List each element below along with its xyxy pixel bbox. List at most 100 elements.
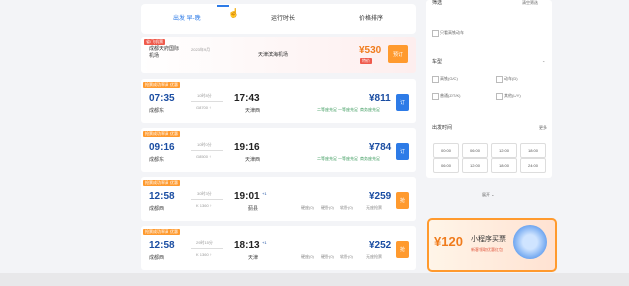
filter-title: 筛选	[432, 0, 443, 6]
departure-time: 09:16	[149, 142, 175, 153]
promo-from: 成都天府国际机场	[149, 46, 180, 59]
next-day-marker: +1	[262, 191, 267, 196]
promo-price: ¥530	[359, 45, 382, 56]
time-slot[interactable]: 12:00	[462, 158, 488, 173]
departure-station: 成都西	[149, 206, 165, 212]
train-tag: 抢票成功率高	[143, 82, 171, 88]
ad-subtitle: 新客领取优惠红包	[471, 247, 503, 252]
seat-info: 二等座充足	[317, 107, 337, 112]
book-button[interactable]: 订	[396, 143, 409, 160]
route-line	[191, 150, 223, 151]
flight-promo-card[interactable]: 省/飞机票 成都天府国际机场 2023年9月 天津滨海机场 ¥530 特价 预订	[141, 37, 416, 73]
ad-title: 小程序买票	[471, 236, 506, 243]
train-type-option: 高铁(G/C)	[440, 76, 458, 81]
departure-time: 12:58	[149, 191, 175, 202]
seat-info: 二等座充足	[317, 156, 337, 161]
duration: 29时15分	[196, 240, 213, 245]
departure-time-label: 出发时间	[432, 125, 453, 131]
ad-amount: ¥120	[434, 234, 463, 249]
grab-ticket-button[interactable]: 抢	[396, 192, 409, 209]
seat-info: 一等座充足	[338, 107, 358, 112]
sort-tabs: 出发 早-晚 运行时长 价格排序	[141, 4, 416, 34]
seat-info: 商务座充足	[360, 156, 380, 161]
train-type-option: 其他(L/Y)	[504, 93, 521, 98]
duration: 10时0分	[197, 142, 212, 147]
checkbox[interactable]	[496, 93, 503, 100]
qr-code-icon	[513, 225, 547, 259]
tab-price[interactable]: 价格排序	[359, 13, 383, 22]
train-number: G8700 ↑	[196, 105, 212, 110]
station-option-label: 只看高铁动车	[440, 30, 464, 35]
promo-tag: 省/飞机票	[144, 39, 166, 45]
train-tag: 抢票成功率高	[143, 229, 171, 235]
arrival-station: 天津西	[245, 157, 261, 163]
departure-station: 成都东	[149, 108, 165, 114]
next-day-marker: +1	[262, 240, 267, 245]
arrival-time: 18:13	[234, 240, 260, 251]
train-tag: 优惠	[168, 229, 180, 235]
promo-badge: 特价	[360, 58, 372, 64]
promo-date: 2023年9月	[191, 47, 211, 52]
tab-departure[interactable]: 出发 早-晚	[173, 13, 201, 22]
seat-info: 硬卧(0)	[321, 205, 334, 210]
time-slot[interactable]: 06:00	[433, 158, 459, 173]
train-type-label: 车型	[432, 59, 443, 65]
departure-time: 12:58	[149, 240, 175, 251]
tab-duration[interactable]: 运行时长	[271, 13, 295, 22]
seat-info: 无座抢票	[366, 254, 382, 259]
promo-book-button[interactable]: 预订	[388, 45, 408, 63]
departure-time: 07:35	[149, 93, 175, 104]
checkbox[interactable]	[432, 93, 439, 100]
seat-info: 硬座(0)	[301, 254, 314, 259]
arrival-time: 19:16	[234, 142, 260, 153]
train-tag: 优惠	[168, 180, 180, 186]
checkbox[interactable]	[432, 30, 439, 37]
ticket-price: ¥259	[369, 191, 392, 202]
arrival-station: 天津	[248, 255, 259, 261]
book-button[interactable]: 订	[396, 94, 409, 111]
mini-program-ad[interactable]: ¥120 小程序买票 新客领取优惠红包	[427, 218, 557, 272]
train-tag: 抢票成功率高	[143, 131, 171, 137]
checkbox[interactable]	[432, 76, 439, 83]
train-row[interactable]: 抢票成功率高 优惠 12:58 成都西 30时3分 K 1360 ↑ 19:01…	[141, 177, 416, 221]
train-tag: 优惠	[168, 82, 180, 88]
ticket-price: ¥252	[369, 240, 392, 251]
mouse-cursor-icon: ☝	[228, 8, 240, 18]
train-row[interactable]: 抢票成功率高 优惠 07:35 成都东 10时8分 G8700 ↑ 17:43 …	[141, 79, 416, 123]
train-type-option: 动车(D)	[504, 76, 518, 81]
seat-info: 硬座(0)	[301, 205, 314, 210]
time-slot[interactable]: 24:00	[520, 158, 546, 173]
duration: 10时8分	[197, 93, 212, 98]
more-link[interactable]: 更多	[539, 125, 547, 131]
arrival-station: 天津西	[245, 108, 261, 114]
tab-active-indicator	[217, 5, 229, 7]
checkbox[interactable]	[496, 76, 503, 83]
seat-info: 硬卧(0)	[321, 254, 334, 259]
train-tag: 优惠	[168, 131, 180, 137]
seat-info: 无座抢票	[366, 205, 382, 210]
time-slot[interactable]: 00:00	[433, 143, 459, 158]
departure-station: 成都西	[149, 255, 165, 261]
promo-to: 天津滨海机场	[258, 52, 289, 58]
train-row[interactable]: 抢票成功率高 优惠 09:16 成都东 10时0分 G8500 ↑ 19:16 …	[141, 128, 416, 172]
train-type-option: 普通(Z/T/K)	[440, 93, 461, 98]
arrival-station: 蓟县	[248, 206, 259, 212]
bottom-bar	[0, 273, 629, 286]
seat-info: 软卧(0)	[340, 254, 353, 259]
clear-filter-link[interactable]: 清空筛选	[522, 0, 538, 6]
arrival-time: 19:01	[234, 191, 260, 202]
duration: 30时3分	[197, 191, 212, 196]
train-number: G8500 ↑	[196, 154, 212, 159]
time-slot[interactable]: 06:00	[462, 143, 488, 158]
seat-info: 商务座充足	[360, 107, 380, 112]
train-row[interactable]: 抢票成功率高 优惠 12:58 成都西 29时15分 K 1360 ↑ 18:1…	[141, 226, 416, 270]
expand-link[interactable]: 展开 ⌄	[482, 192, 494, 198]
ticket-price: ¥784	[369, 142, 392, 153]
chevron-up-icon[interactable]: ⌃	[542, 60, 545, 65]
time-slot[interactable]: 18:00	[491, 158, 517, 173]
time-slot[interactable]: 12:00	[491, 143, 517, 158]
ticket-price: ¥811	[369, 93, 391, 104]
grab-ticket-button[interactable]: 抢	[396, 241, 409, 258]
train-number: K 1360 ↑	[196, 252, 212, 257]
time-slot[interactable]: 18:00	[520, 143, 546, 158]
